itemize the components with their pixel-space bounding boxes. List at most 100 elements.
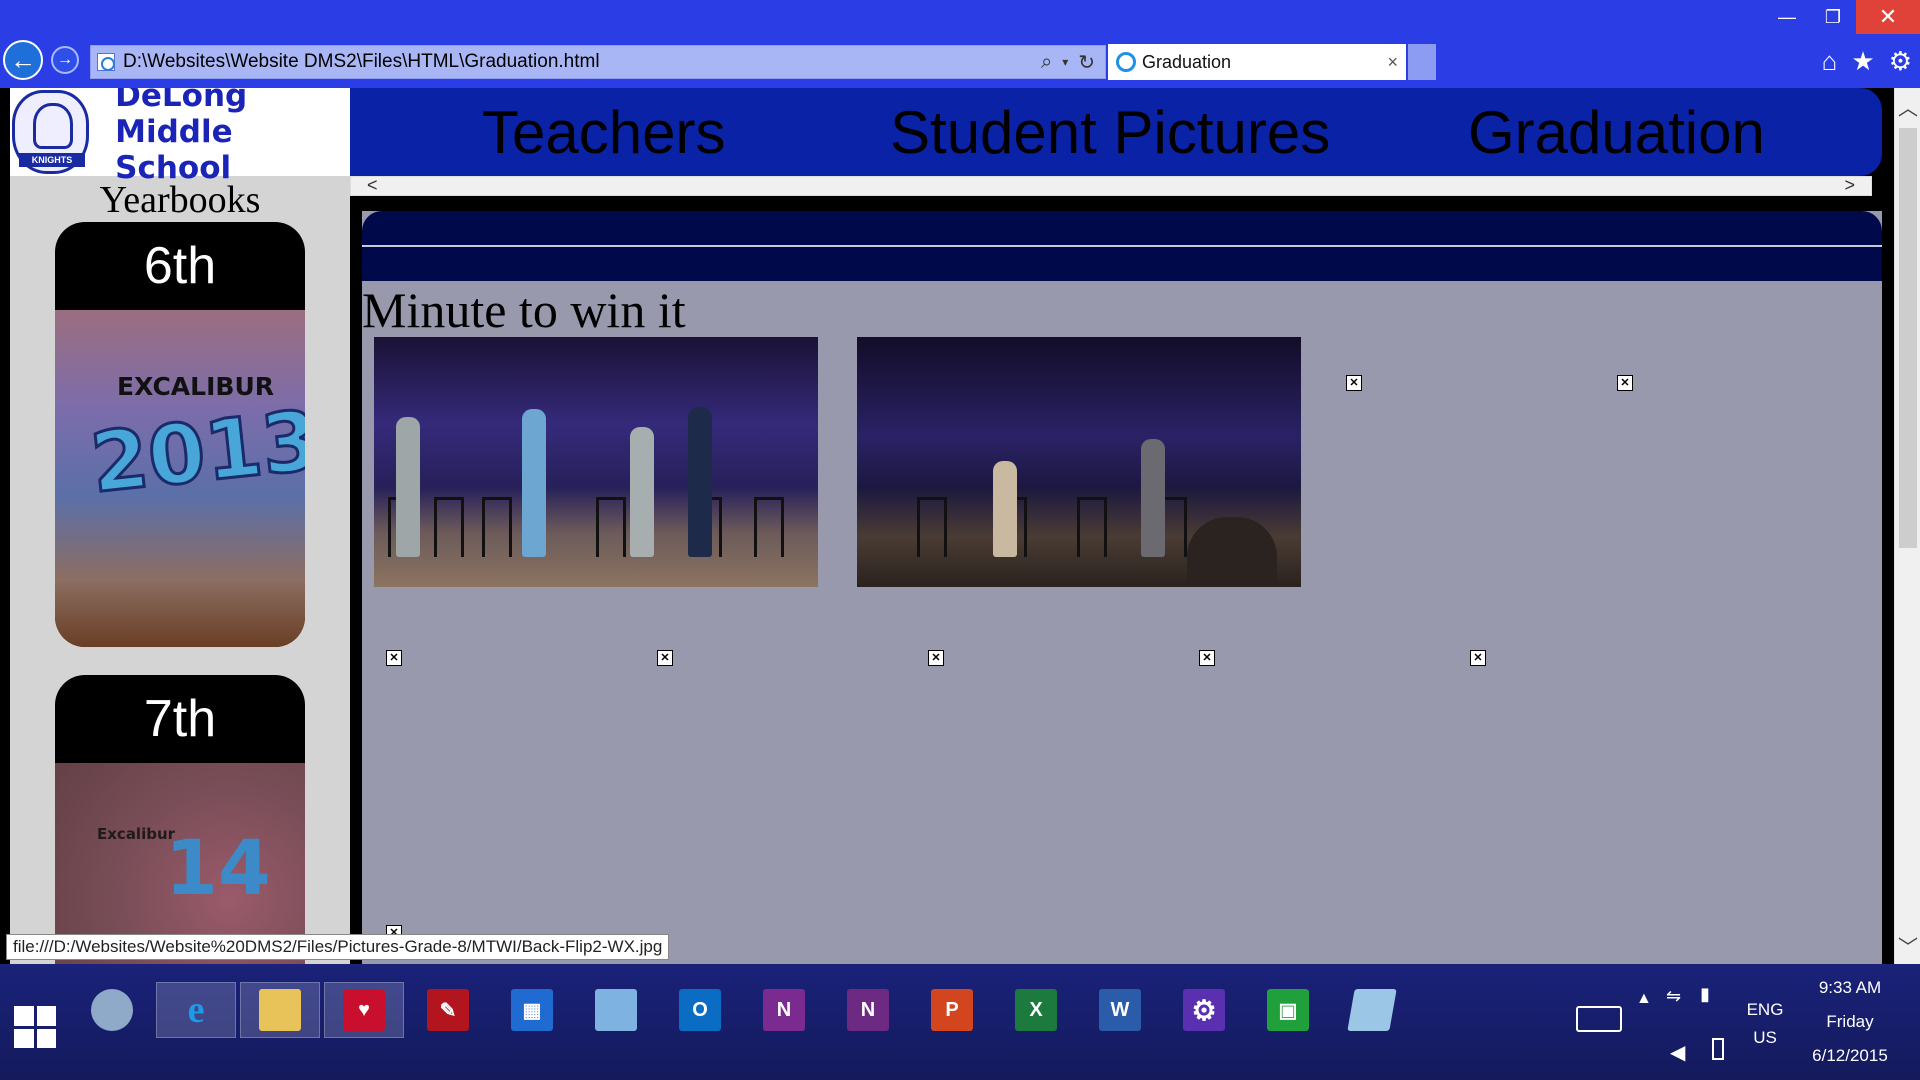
clock-time: 9:33 AM [1818, 978, 1882, 997]
taskbar-onenote[interactable]: N [744, 982, 824, 1038]
broken-image-icon[interactable]: ✕ [1470, 650, 1486, 666]
stage-chair [596, 497, 626, 557]
nav-graduation[interactable]: Graduation [1468, 98, 1765, 167]
taskbar: e ♥ ✎ ▦ O N N P X W ⚙ ▣ ▲ ⇋ ▮ ◀ ENG US 9… [0, 964, 1920, 1080]
stage-chair [1077, 497, 1107, 557]
search-icon[interactable]: ⌕ [1041, 51, 1052, 74]
clock[interactable]: 9:33 AM Friday 6/12/2015 [1800, 978, 1900, 1066]
taskbar-notepad[interactable] [1332, 982, 1412, 1038]
network-icon[interactable]: ⇋ [1666, 986, 1681, 1007]
stage-chair [482, 497, 512, 557]
restore-button[interactable]: ❐ [1810, 0, 1856, 34]
address-bar[interactable]: D:\Websites\Website DMS2\Files\HTML\Grad… [90, 45, 1106, 79]
page-favicon-icon [97, 53, 115, 71]
taskbar-acrobat[interactable]: ✎ [408, 982, 488, 1038]
remote-desktop-icon [595, 989, 637, 1031]
yearbooks-heading: Yearbooks [99, 179, 261, 221]
start-button[interactable] [14, 1006, 56, 1048]
top-navigation: Teachers Student Pictures Graduation [350, 88, 1882, 176]
scroll-left-icon[interactable]: < [367, 175, 378, 196]
broken-image-icon[interactable]: ✕ [386, 650, 402, 666]
browser-chrome: ← → D:\Websites\Website DMS2\Files\HTML\… [0, 0, 1920, 88]
language-indicator[interactable]: ENG US [1740, 1000, 1790, 1048]
close-window-button[interactable]: ✕ [1856, 0, 1920, 34]
clock-day: Friday [1826, 1012, 1874, 1031]
scroll-up-icon[interactable]: ︿ [1898, 92, 1918, 121]
person [1141, 439, 1165, 557]
scroll-down-icon[interactable]: ﹀ [1898, 931, 1918, 960]
taskbar-onenote-clipper[interactable]: N [828, 982, 908, 1038]
taskbar-internet-explorer[interactable]: e [156, 982, 236, 1038]
taskbar-store[interactable]: ▣ [1248, 982, 1328, 1038]
taskbar-settings[interactable]: ⚙ [1164, 982, 1244, 1038]
audience-member [1187, 517, 1277, 587]
yearbook-7th-link[interactable]: 7th Excalibur 14 [55, 675, 305, 964]
forward-button[interactable]: → [51, 46, 79, 74]
left-sidebar: KNIGHTS DeLong Middle School Yearbooks 6… [10, 88, 350, 964]
photo-thumbnail[interactable] [857, 337, 1301, 587]
taskbar-excel[interactable]: X [996, 982, 1076, 1038]
back-button[interactable]: ← [3, 40, 43, 80]
refresh-icon[interactable]: ↻ [1078, 50, 1095, 75]
settings-gear-icon: ⚙ [1183, 989, 1225, 1031]
nav-teachers[interactable]: Teachers [482, 98, 725, 167]
tab-title: Graduation [1142, 51, 1232, 72]
broken-image-icon[interactable]: ✕ [928, 650, 944, 666]
taskbar-windows-tiles[interactable]: ▦ [492, 982, 572, 1038]
browser-toolbar-icons: ⌂ ★ ⚙ [1822, 46, 1912, 77]
tab-close-icon[interactable]: × [1387, 52, 1406, 73]
yearbook-6th-cover: EXCALIBUR 2013 [55, 310, 305, 647]
nav-student-pictures[interactable]: Student Pictures [890, 98, 1330, 167]
taskbar-iheartradio[interactable]: ♥ [324, 982, 404, 1038]
broken-image-icon[interactable]: ✕ [1617, 375, 1633, 391]
iheartradio-icon: ♥ [343, 989, 385, 1031]
photo-thumbnail[interactable] [374, 337, 818, 587]
tab-graduation[interactable]: Graduation × [1108, 44, 1406, 80]
yearbook-label: 7th [143, 690, 217, 748]
taskbar-outlook[interactable]: O [660, 982, 740, 1038]
back-arrow-icon: ← [10, 44, 36, 75]
minimize-button[interactable]: — [1764, 0, 1810, 34]
settings-gear-icon[interactable]: ⚙ [1889, 46, 1912, 77]
yearbook-6th-link[interactable]: 6th EXCALIBUR 2013 [55, 222, 305, 647]
vertical-scrollbar[interactable]: ︿ ﹀ [1894, 88, 1920, 964]
region-code: US [1753, 1028, 1777, 1047]
onenote-clipper-icon: N [847, 989, 889, 1031]
battery-icon[interactable] [1712, 1038, 1724, 1060]
horizontal-scrollbar[interactable]: < > [350, 175, 1872, 196]
taskbar-file-explorer[interactable] [240, 982, 320, 1038]
tray-overflow-icon[interactable]: ▲ [1636, 990, 1652, 1008]
taskbar-word[interactable]: W [1080, 982, 1160, 1038]
address-url[interactable]: D:\Websites\Website DMS2\Files\HTML\Grad… [123, 51, 1041, 73]
dropdown-chevron-icon[interactable]: ▾ [1062, 55, 1068, 69]
broken-image-icon[interactable]: ✕ [657, 650, 673, 666]
cover-title: EXCALIBUR [117, 372, 274, 401]
main-content: Minute to win it ✕ ✕ ✕ ✕ ✕ ✕ ✕ ✕ [362, 211, 1882, 964]
status-url-tooltip: file:///D:/Websites/Website%20DMS2/Files… [6, 934, 670, 960]
internet-explorer-icon: e [187, 989, 205, 1031]
forward-arrow-icon: → [57, 51, 73, 68]
new-tab-button[interactable] [1408, 44, 1436, 80]
taskbar-performance-monitor[interactable] [72, 982, 152, 1038]
home-icon[interactable]: ⌂ [1822, 46, 1838, 77]
person [630, 427, 654, 557]
volume-icon[interactable]: ◀ [1670, 1040, 1685, 1065]
section-title: Minute to win it [362, 282, 686, 338]
notepad-icon [1347, 989, 1397, 1031]
banner-divider [362, 245, 1882, 247]
school-name-line1: DeLong [115, 88, 248, 114]
ie-favicon-icon [1116, 52, 1136, 72]
windows-logo-icon [36, 1028, 56, 1048]
scroll-thumb[interactable] [1899, 128, 1917, 548]
broken-image-icon[interactable]: ✕ [1199, 650, 1215, 666]
knight-crest-icon: KNIGHTS [12, 90, 90, 174]
taskbar-remote-desktop[interactable] [576, 982, 656, 1038]
school-logo-header[interactable]: KNIGHTS DeLong Middle School [10, 88, 350, 186]
touch-keyboard-icon[interactable] [1576, 1006, 1622, 1032]
favorites-star-icon[interactable]: ★ [1851, 46, 1874, 77]
signal-bars-icon[interactable]: ▮ [1700, 984, 1710, 1005]
taskbar-powerpoint[interactable]: P [912, 982, 992, 1038]
person [396, 417, 420, 557]
scroll-right-icon[interactable]: > [1844, 175, 1855, 196]
broken-image-icon[interactable]: ✕ [1346, 375, 1362, 391]
